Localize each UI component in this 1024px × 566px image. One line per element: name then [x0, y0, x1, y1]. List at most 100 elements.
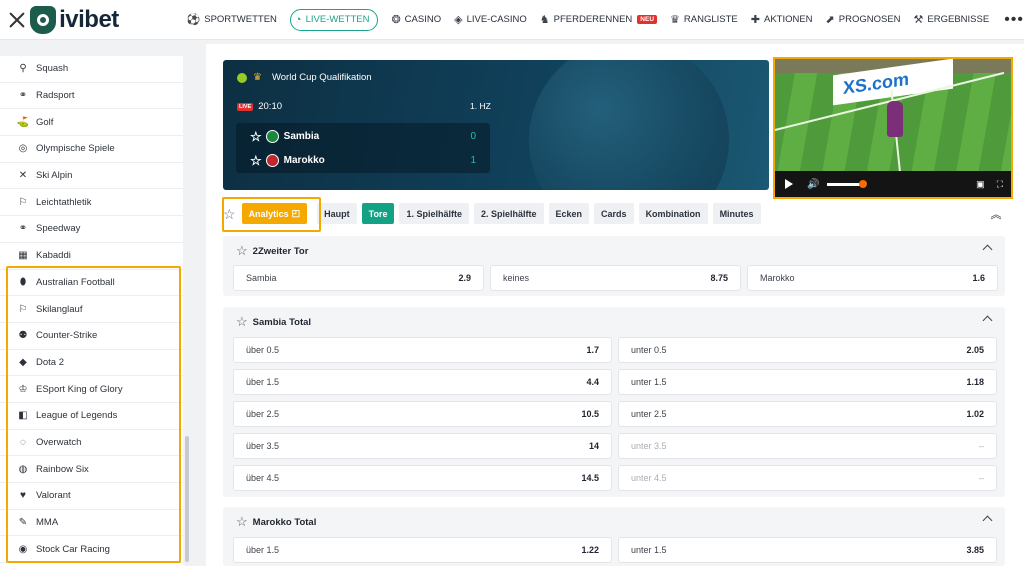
sidebar-item[interactable]: ✕ Ski Alpin [0, 163, 183, 190]
nav-label: RANGLISTE [683, 14, 738, 25]
chevron-up-icon[interactable] [982, 515, 993, 526]
scoreboard: ♛ World Cup Qualifikation LIVE 20:10 1. … [223, 60, 769, 190]
tab-haupt[interactable]: Haupt [317, 203, 357, 224]
sport-icon: ✎ [18, 517, 28, 529]
sidebar-item[interactable]: ◆ Dota 2 [0, 350, 183, 377]
favorite-star-icon[interactable]: ☆ [236, 514, 248, 530]
odds-button[interactable]: unter 1.5 3.85 [618, 537, 997, 563]
sidebar-item[interactable]: ⛳ Golf [0, 109, 183, 137]
play-icon[interactable] [785, 179, 793, 189]
odds-label: unter 3.5 [631, 441, 667, 451]
chevron-up-icon[interactable] [982, 244, 993, 255]
odds-button[interactable]: Sambia 2.9 [233, 265, 484, 291]
live-video-player[interactable]: XS.com 🔊 ▣ ⛶ [773, 57, 1013, 199]
tab-analytics[interactable]: Analytics ◰ [241, 203, 308, 224]
odds-button[interactable]: über 2.5 10.5 [233, 401, 612, 427]
volume-slider[interactable] [827, 179, 868, 188]
sport-icon: ◧ [18, 410, 28, 422]
sidebar-scrollbar[interactable] [185, 436, 189, 562]
nav-item-pferderennen[interactable]: ♞ PFERDERENNEN [540, 9, 633, 31]
volume-icon[interactable]: 🔊 [807, 179, 819, 190]
sidebar-item-label: Skilanglauf [36, 303, 83, 315]
odds-button[interactable]: über 3.5 14 [233, 433, 612, 459]
sidebar-item[interactable]: ⚭ Speedway [0, 216, 183, 243]
close-icon[interactable] [6, 9, 24, 31]
nav-icon: ◔ [294, 13, 302, 26]
odds-value: 14 [588, 441, 599, 451]
nav-item-rangliste[interactable]: ♛ RANGLISTE [670, 9, 738, 31]
favorite-star-icon[interactable]: ☆ [250, 129, 262, 145]
sidebar-item[interactable]: ⚐ Leichtathletik [0, 189, 183, 217]
tab-ecken[interactable]: Ecken [548, 203, 590, 224]
odds-button[interactable]: über 0.5 1.7 [233, 337, 612, 363]
nav-item-aktionen[interactable]: ✚ AKTIONEN [751, 9, 813, 31]
tab-kombination[interactable]: Kombination [638, 203, 708, 224]
fullscreen-icon[interactable]: ⛶ [997, 179, 1003, 190]
sidebar-item[interactable]: ⚭ Radsport [0, 83, 183, 110]
market-header[interactable]: ☆ 2Zweiter Tor [223, 236, 1005, 266]
odds-label: über 0.5 [246, 345, 280, 355]
sidebar-item[interactable]: ◉ Stock Car Racing [0, 536, 183, 564]
collapse-chevrons-icon[interactable]: ︽ [987, 206, 1005, 224]
match-time: 20:10 [258, 101, 283, 112]
tab-tore[interactable]: Tore [361, 203, 395, 224]
sidebar-item[interactable]: ◧ League of Legends [0, 403, 183, 430]
more-menu-icon[interactable]: ••• [1004, 11, 1024, 29]
sidebar-item[interactable]: ⬮ Australian Football [0, 270, 183, 297]
team-row-home: ☆ Sambia 0 [236, 126, 490, 147]
odds-button[interactable]: über 1.5 1.22 [233, 537, 612, 563]
tab-minutes[interactable]: Minutes [712, 203, 761, 224]
picture-in-picture-icon[interactable]: ▣ [976, 179, 985, 190]
sidebar-item[interactable]: ⚉ Counter-Strike [0, 323, 183, 350]
favorite-star-icon[interactable]: ☆ [223, 206, 236, 223]
sidebar-item[interactable]: ◌ Overwatch [0, 430, 183, 457]
sidebar-item[interactable]: ⚐ Skilanglauf [0, 296, 183, 323]
favorite-star-icon[interactable]: ☆ [236, 314, 248, 330]
nav-item-live-casino[interactable]: ◈ LIVE-CASINO [454, 9, 527, 31]
nav-item-ergebnisse[interactable]: ⚒ ERGEBNISSE [914, 9, 990, 31]
tab-1-spielh-lfte[interactable]: 1. Spielhälfte [399, 203, 469, 224]
odds-button[interactable]: keines 8.75 [490, 265, 741, 291]
chevron-up-icon[interactable] [982, 315, 993, 326]
market-title: Marokko Total [252, 516, 317, 528]
odds-button[interactable]: unter 1.5 1.18 [618, 369, 997, 395]
sidebar-item[interactable]: ▦ Kabaddi [0, 243, 183, 270]
odds-button[interactable]: unter 0.5 2.05 [618, 337, 997, 363]
nav-item-prognosen[interactable]: ⬈ PROGNOSEN [826, 9, 901, 31]
match-clock: LIVE 20:10 [237, 101, 282, 112]
sport-icon: ◌ [20, 436, 26, 448]
sidebar-item[interactable]: ⚲ Squash [0, 56, 183, 83]
sidebar-item[interactable]: ◎ Olympische Spiele [0, 136, 183, 163]
odds-button[interactable]: über 1.5 4.4 [233, 369, 612, 395]
sidebar-item[interactable]: ♔ ESport King of Glory [0, 376, 183, 403]
odds-value: 4.4 [586, 377, 599, 387]
odds-value: 1.02 [966, 409, 984, 419]
nav-label: LIVE-WETTEN [305, 14, 370, 25]
market-header[interactable]: ☆ Sambia Total [223, 307, 1005, 337]
favorite-star-icon[interactable]: ☆ [236, 243, 248, 259]
tab-cards[interactable]: Cards [594, 203, 634, 224]
nav-label: AKTIONEN [763, 14, 813, 25]
market-header[interactable]: ☆ Marokko Total [223, 507, 1005, 537]
sidebar-item[interactable]: ♥ Valorant [0, 483, 183, 510]
odds-button[interactable]: Marokko 1.6 [747, 265, 998, 291]
nav-item-sportwetten[interactable]: ⚽ SPORTWETTEN [187, 9, 277, 31]
market-second-goal: ☆ 2Zweiter Tor Sambia 2.9 keines 8.75 Marokk… [223, 236, 1005, 296]
sidebar-item-label: Dota 2 [36, 356, 64, 368]
sidebar-item[interactable]: ✎ MMA [0, 510, 183, 537]
odds-button[interactable]: über 4.5 14.5 [233, 465, 612, 491]
logo[interactable]: ivibet [30, 5, 153, 34]
sidebar-item-label: MMA [36, 517, 59, 529]
tab-2-spielh-lfte[interactable]: 2. Spielhälfte [473, 203, 544, 224]
odds-label: unter 0.5 [631, 345, 667, 355]
nav-item-casino[interactable]: ❂ CASINO [391, 9, 441, 31]
odds-button[interactable]: unter 2.5 1.02 [618, 401, 997, 427]
sidebar-item[interactable]: ◍ Rainbow Six [0, 456, 183, 483]
favorite-star-icon[interactable]: ☆ [250, 153, 262, 169]
team-score: 1 [470, 155, 476, 166]
logo-shield-icon [30, 5, 57, 34]
sidebar-item-label: ESport King of Glory [36, 383, 123, 395]
nav-item-live-wetten[interactable]: ◔ LIVE-WETTEN [289, 8, 379, 31]
odds-value: 8.75 [710, 273, 728, 283]
nav-icon: ❂ [391, 14, 401, 26]
